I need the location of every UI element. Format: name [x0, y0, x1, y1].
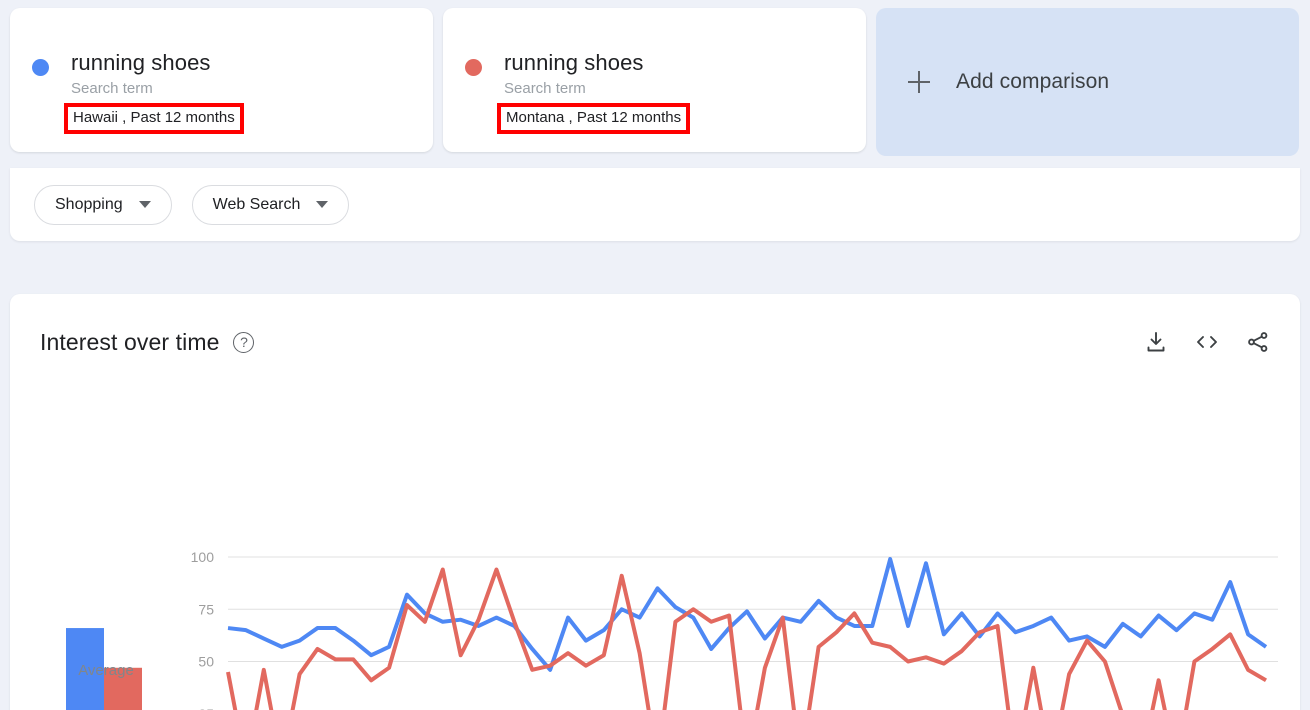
term-card-1-subtitle: Search term [71, 80, 153, 97]
svg-text:25: 25 [198, 706, 214, 710]
interest-over-time-header: Interest over time ? [10, 294, 1300, 390]
comparison-row: running shoes Search term Hawaii , Past … [0, 0, 1310, 160]
term-card-2-meta-highlight: Montana , Past 12 months [497, 103, 691, 134]
term-card-1-meta-highlight: Hawaii , Past 12 months [64, 103, 244, 134]
plus-icon [908, 71, 930, 93]
term-card-1[interactable]: running shoes Search term Hawaii , Past … [10, 8, 433, 152]
svg-text:100: 100 [191, 549, 215, 565]
interest-over-time-chart[interactable]: 100755025Dec 24, 2023May 5, 2024Sep 15, … [10, 390, 1300, 710]
embed-code-icon[interactable] [1194, 330, 1220, 354]
add-comparison-label: Add comparison [956, 70, 1110, 93]
help-circle-icon[interactable]: ? [233, 331, 255, 353]
term-card-1-meta: Hawaii , Past 12 months [73, 109, 235, 126]
term-card-1-title: running shoes [71, 50, 211, 75]
chart-plot-area: Average 100755025Dec 24, 2023May 5, 2024… [10, 390, 1300, 710]
chart-action-group [1144, 330, 1270, 354]
term-card-2-title: running shoes [504, 50, 644, 75]
term-card-2-content: running shoes Search term Montana , Past… [465, 50, 691, 134]
term-card-2-subtitle: Search term [504, 80, 586, 97]
chevron-down-icon [316, 201, 329, 208]
interest-over-time-card: Interest over time ? Average 100 75 50 [10, 294, 1300, 710]
chevron-down-icon [138, 201, 151, 208]
filter-chip-search-type-label: Web Search [212, 195, 301, 213]
page-title: Interest over time [40, 328, 220, 355]
series-color-dot-blue [32, 59, 49, 76]
term-card-2-meta: Montana , Past 12 months [506, 109, 682, 126]
filter-chip-category-label: Shopping [55, 195, 123, 213]
add-comparison-button[interactable]: Add comparison [876, 8, 1299, 156]
series-color-dot-red [465, 59, 482, 76]
term-card-1-content: running shoes Search term Hawaii , Past … [32, 50, 244, 134]
filter-bar: Shopping Web Search [10, 168, 1300, 241]
download-icon[interactable] [1144, 330, 1168, 354]
svg-text:75: 75 [198, 601, 214, 617]
share-icon[interactable] [1246, 330, 1270, 354]
chart-title-group: Interest over time ? [40, 328, 255, 356]
term-card-1-text: running shoes Search term Hawaii , Past … [64, 50, 244, 134]
average-bar-label: Average [78, 662, 134, 679]
term-card-2-text: running shoes Search term Montana , Past… [497, 50, 691, 134]
trends-page: running shoes Search term Hawaii , Past … [0, 0, 1310, 710]
line-series-0 [227, 557, 1268, 672]
svg-text:50: 50 [198, 654, 214, 670]
term-card-2[interactable]: running shoes Search term Montana , Past… [443, 8, 866, 152]
filter-chip-search-type[interactable]: Web Search [191, 184, 350, 225]
filter-chip-category[interactable]: Shopping [34, 184, 172, 225]
